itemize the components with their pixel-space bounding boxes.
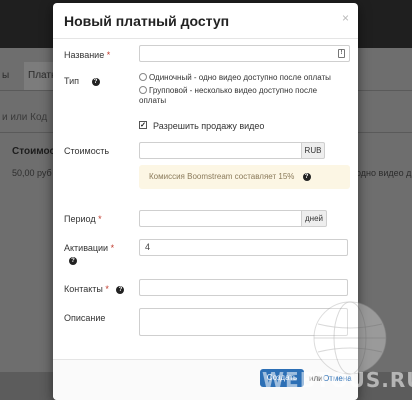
type-label-text: Тип bbox=[64, 76, 80, 86]
required-mark: * bbox=[110, 243, 115, 253]
cost-label: Стоимость bbox=[64, 146, 110, 156]
name-label-text: Название bbox=[64, 50, 105, 60]
modal-title: Новый платный доступ bbox=[64, 13, 230, 29]
background-search-hint: и или Код bbox=[2, 112, 48, 123]
cost-input[interactable] bbox=[139, 142, 302, 159]
commission-note: Комиссия Boomstream составляет 15% ? bbox=[139, 165, 350, 189]
period-label: Период * bbox=[64, 214, 102, 224]
type-option-group-label: Групповой - несколько видео доступно пос… bbox=[139, 86, 318, 105]
type-option-single[interactable]: Одиночный - одно видео доступно после оп… bbox=[139, 73, 331, 83]
activations-label: Активации * bbox=[64, 243, 114, 253]
question-circle-icon[interactable]: ? bbox=[302, 172, 311, 181]
type-option-single-label: Одиночный - одно видео доступно после оп… bbox=[149, 73, 331, 82]
question-circle-icon[interactable]: ? bbox=[91, 77, 100, 86]
activations-label-text: Активации bbox=[64, 243, 109, 253]
period-input[interactable] bbox=[139, 210, 302, 227]
activations-input[interactable]: 4 bbox=[139, 239, 348, 256]
description-label: Описание bbox=[64, 313, 106, 323]
period-unit-addon: дней bbox=[301, 210, 327, 227]
close-icon[interactable]: × bbox=[342, 12, 349, 24]
globe-watermark-icon bbox=[313, 301, 387, 375]
radio-single[interactable] bbox=[139, 73, 147, 81]
contact-card-icon: ! bbox=[338, 49, 345, 58]
radio-group[interactable] bbox=[139, 86, 147, 94]
required-mark: * bbox=[105, 284, 109, 294]
background-type-text: одно видео д bbox=[356, 168, 412, 178]
type-option-group[interactable]: Групповой - несколько видео доступно пос… bbox=[139, 86, 339, 106]
background-tab: ы bbox=[2, 70, 10, 81]
background-tab-paid: Платн bbox=[24, 62, 56, 90]
activations-input-value: 4 bbox=[145, 242, 151, 252]
required-mark: * bbox=[98, 214, 102, 224]
name-label: Название * bbox=[64, 50, 110, 60]
currency-addon: RUB bbox=[301, 142, 325, 159]
period-label-text: Период bbox=[64, 214, 96, 224]
allow-sale-label: Разрешить продажу видео bbox=[153, 121, 265, 131]
type-label: Тип ? bbox=[64, 76, 100, 86]
contacts-label-text: Контакты bbox=[64, 284, 103, 294]
allow-sale-checkbox[interactable]: ✓ bbox=[139, 121, 147, 129]
contacts-label: Контакты * ? bbox=[64, 284, 125, 294]
question-circle-icon[interactable]: ? bbox=[116, 285, 125, 294]
required-mark: * bbox=[106, 50, 111, 60]
name-input[interactable]: ! bbox=[139, 45, 350, 62]
contacts-input[interactable] bbox=[139, 279, 348, 296]
commission-note-text: Комиссия Boomstream составляет 15% bbox=[149, 172, 295, 181]
watermark-text: WEBTOUS.RU bbox=[262, 368, 412, 392]
question-circle-icon[interactable]: ? bbox=[69, 257, 77, 265]
background-price: 50,00 руб bbox=[12, 168, 52, 178]
modal-header: Новый платный доступ × bbox=[53, 3, 358, 39]
